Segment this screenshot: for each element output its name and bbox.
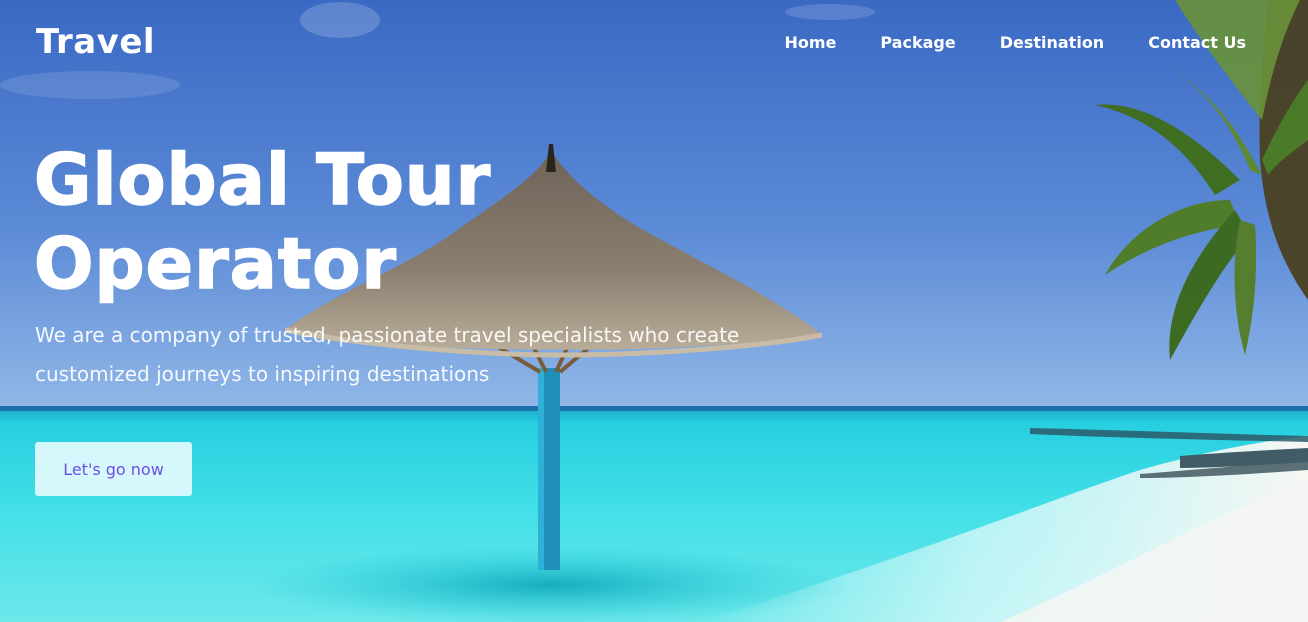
top-navbar: Travel Home Package Destination Contact … xyxy=(0,0,1308,90)
nav-menu: Home Package Destination Contact Us xyxy=(784,33,1246,52)
site-logo[interactable]: Travel xyxy=(36,22,155,62)
lets-go-now-button[interactable]: Let's go now xyxy=(35,442,192,496)
hero-subtitle: We are a company of trusted, passionate … xyxy=(35,323,740,386)
beach-background-image xyxy=(0,0,1308,622)
nav-link-contact-us[interactable]: Contact Us xyxy=(1148,33,1246,52)
hero-section: Travel Home Package Destination Contact … xyxy=(0,0,1308,622)
hero-title-line-1: Global Tour xyxy=(33,138,492,222)
hero-title-line-2: Operator xyxy=(33,222,397,306)
nav-link-home[interactable]: Home xyxy=(784,33,836,52)
hero-title: Global Tour Operator xyxy=(33,138,492,306)
nav-link-destination[interactable]: Destination xyxy=(1000,33,1105,52)
nav-link-package[interactable]: Package xyxy=(880,33,955,52)
